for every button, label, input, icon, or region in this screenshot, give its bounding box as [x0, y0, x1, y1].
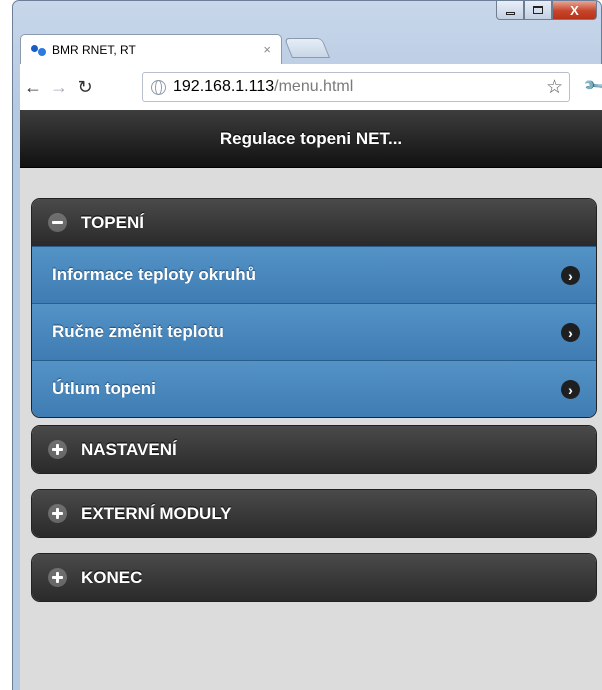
- section-header-konec[interactable]: KONEC: [32, 554, 596, 601]
- section-label: TOPENÍ: [81, 212, 144, 232]
- forward-icon[interactable]: →: [46, 77, 72, 98]
- section-label: KONEC: [81, 567, 143, 587]
- tab-title: BMR RNET, RT: [52, 42, 136, 57]
- tab-close-icon[interactable]: ×: [263, 42, 271, 57]
- menu-item-rucne[interactable]: Ručne změnit teplotu ›: [32, 303, 596, 360]
- header-bar: Regulace topeni NET...: [20, 110, 602, 168]
- section-header-topeni[interactable]: TOPENÍ: [32, 199, 596, 246]
- address-bar[interactable]: 192.168.1.113/menu.html ☆: [142, 72, 570, 102]
- section-header-nastaveni[interactable]: NASTAVENÍ: [32, 426, 596, 473]
- section-externi-moduly: EXTERNÍ MODULY: [31, 489, 597, 538]
- chevron-right-icon: ›: [561, 380, 580, 399]
- page-title: Regulace topeni NET...: [219, 128, 403, 148]
- url-path: /menu.html: [274, 78, 354, 95]
- browser-tab[interactable]: BMR RNET, RT ×: [20, 34, 282, 64]
- close-window-button[interactable]: X: [552, 1, 597, 20]
- reload-icon[interactable]: ↻: [72, 77, 98, 98]
- section-label: NASTAVENÍ: [81, 439, 177, 459]
- new-tab-button[interactable]: [283, 38, 331, 58]
- minimize-icon: [505, 11, 515, 15]
- expand-icon: [48, 568, 67, 587]
- expand-icon: [48, 440, 67, 459]
- maximize-button[interactable]: [524, 1, 552, 20]
- expand-icon: [48, 504, 67, 523]
- favicon-icon: [31, 43, 47, 57]
- section-header-externi-moduly[interactable]: EXTERNÍ MODULY: [32, 490, 596, 537]
- collapse-icon: [48, 213, 67, 232]
- menu-item-label: Ručne změnit teplotu: [52, 322, 224, 341]
- section-topeni: TOPENÍ Informace teploty okruhů › Ručne …: [31, 198, 597, 418]
- section-nastaveni: NASTAVENÍ: [31, 425, 597, 474]
- url-host: 192.168.1.113: [173, 78, 275, 95]
- menu-item-label: Útlum topeni: [52, 379, 156, 398]
- section-konec: KONEC: [31, 553, 597, 602]
- section-label: EXTERNÍ MODULY: [81, 503, 232, 523]
- menu-item-label: Informace teploty okruhů: [52, 265, 257, 284]
- close-icon: X: [570, 2, 579, 18]
- chevron-right-icon: ›: [561, 266, 580, 285]
- maximize-icon: [533, 6, 543, 14]
- window-controls: X: [496, 1, 597, 20]
- browser-toolbar: ← → ↻ 192.168.1.113/menu.html ☆ 🔧: [20, 64, 602, 110]
- wrench-icon[interactable]: 🔧: [582, 71, 602, 101]
- chevron-right-icon: ›: [561, 323, 580, 342]
- star-icon[interactable]: ☆: [546, 76, 563, 99]
- menu-item-utlum[interactable]: Útlum topeni ›: [32, 360, 596, 417]
- globe-icon: [151, 79, 166, 95]
- back-icon[interactable]: ←: [20, 77, 46, 98]
- page-content: Regulace topeni NET... TOPENÍ Informace …: [20, 110, 602, 690]
- menu-item-informace[interactable]: Informace teploty okruhů ›: [32, 246, 596, 303]
- minimize-button[interactable]: [496, 1, 524, 20]
